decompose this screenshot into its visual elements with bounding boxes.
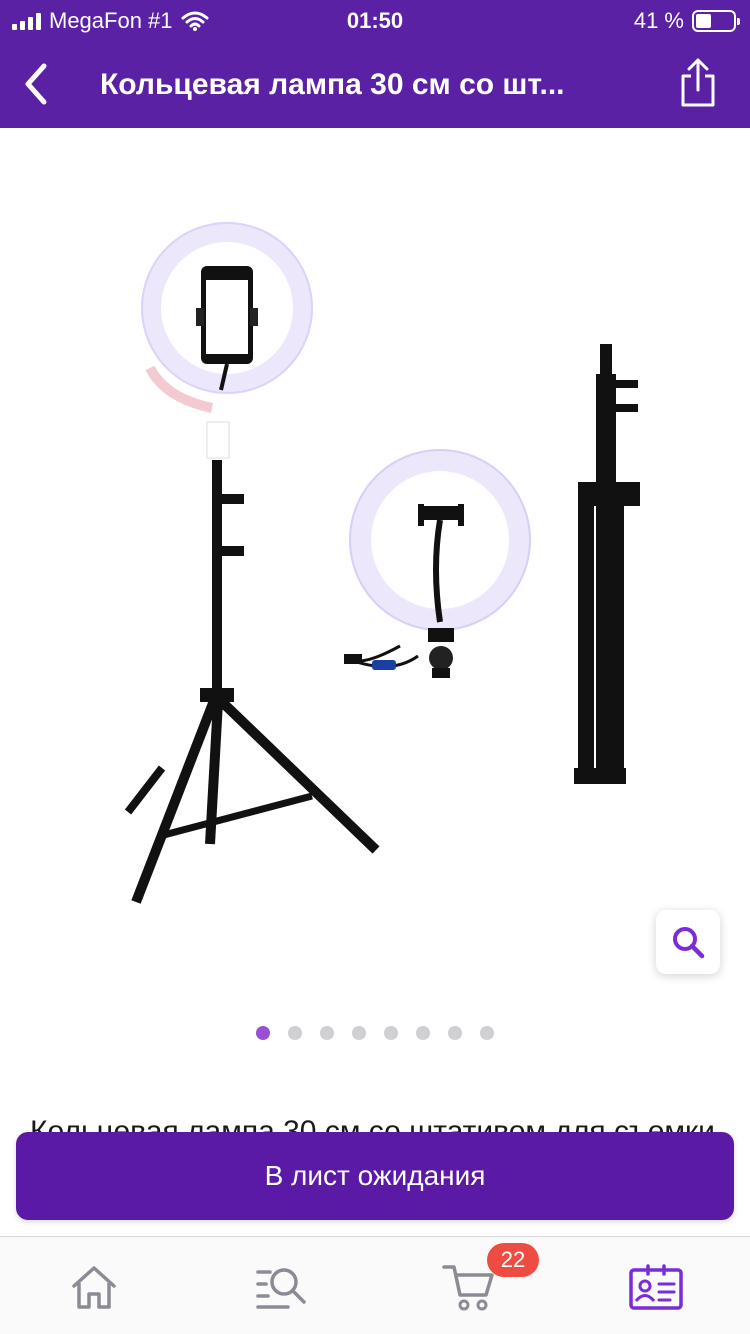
pagination-dot[interactable] bbox=[256, 1026, 270, 1040]
magnifier-icon bbox=[673, 927, 705, 959]
status-bar: MegaFon #1 01:50 41 % bbox=[0, 0, 750, 40]
waitlist-button[interactable]: В лист ожидания bbox=[16, 1132, 734, 1220]
pagination-dot[interactable] bbox=[384, 1026, 398, 1040]
back-button[interactable] bbox=[14, 60, 58, 108]
profile-card-icon bbox=[629, 1264, 683, 1310]
zoom-button[interactable] bbox=[656, 910, 720, 974]
tab-bar bbox=[0, 1236, 750, 1334]
product-image bbox=[124, 222, 640, 904]
battery-percent: 41 % bbox=[633, 8, 684, 33]
share-button[interactable] bbox=[674, 56, 722, 110]
pagination-dot[interactable] bbox=[352, 1026, 366, 1040]
battery-level bbox=[696, 14, 711, 28]
tab-profile[interactable] bbox=[626, 1259, 686, 1315]
chevron-left-icon bbox=[25, 63, 47, 105]
gallery-pagination bbox=[0, 1026, 750, 1040]
product-image-gallery[interactable] bbox=[0, 128, 750, 1008]
pagination-dot[interactable] bbox=[448, 1026, 462, 1040]
status-right: 41 % bbox=[633, 8, 740, 34]
pagination-dot[interactable] bbox=[320, 1026, 334, 1040]
tab-catalog-search[interactable] bbox=[252, 1259, 312, 1315]
home-icon bbox=[72, 1266, 116, 1309]
battery-icon bbox=[692, 10, 740, 32]
pagination-dot[interactable] bbox=[288, 1026, 302, 1040]
pagination-dot[interactable] bbox=[416, 1026, 430, 1040]
pagination-dot[interactable] bbox=[480, 1026, 494, 1040]
page-title: Кольцевая лампа 30 см со шт... bbox=[100, 68, 565, 101]
cart-badge: 22 bbox=[487, 1243, 539, 1277]
tab-home[interactable] bbox=[64, 1259, 124, 1315]
share-icon bbox=[681, 58, 715, 107]
nav-bar: Кольцевая лампа 30 см со шт... bbox=[0, 40, 750, 128]
catalog-search-icon bbox=[256, 1268, 306, 1309]
